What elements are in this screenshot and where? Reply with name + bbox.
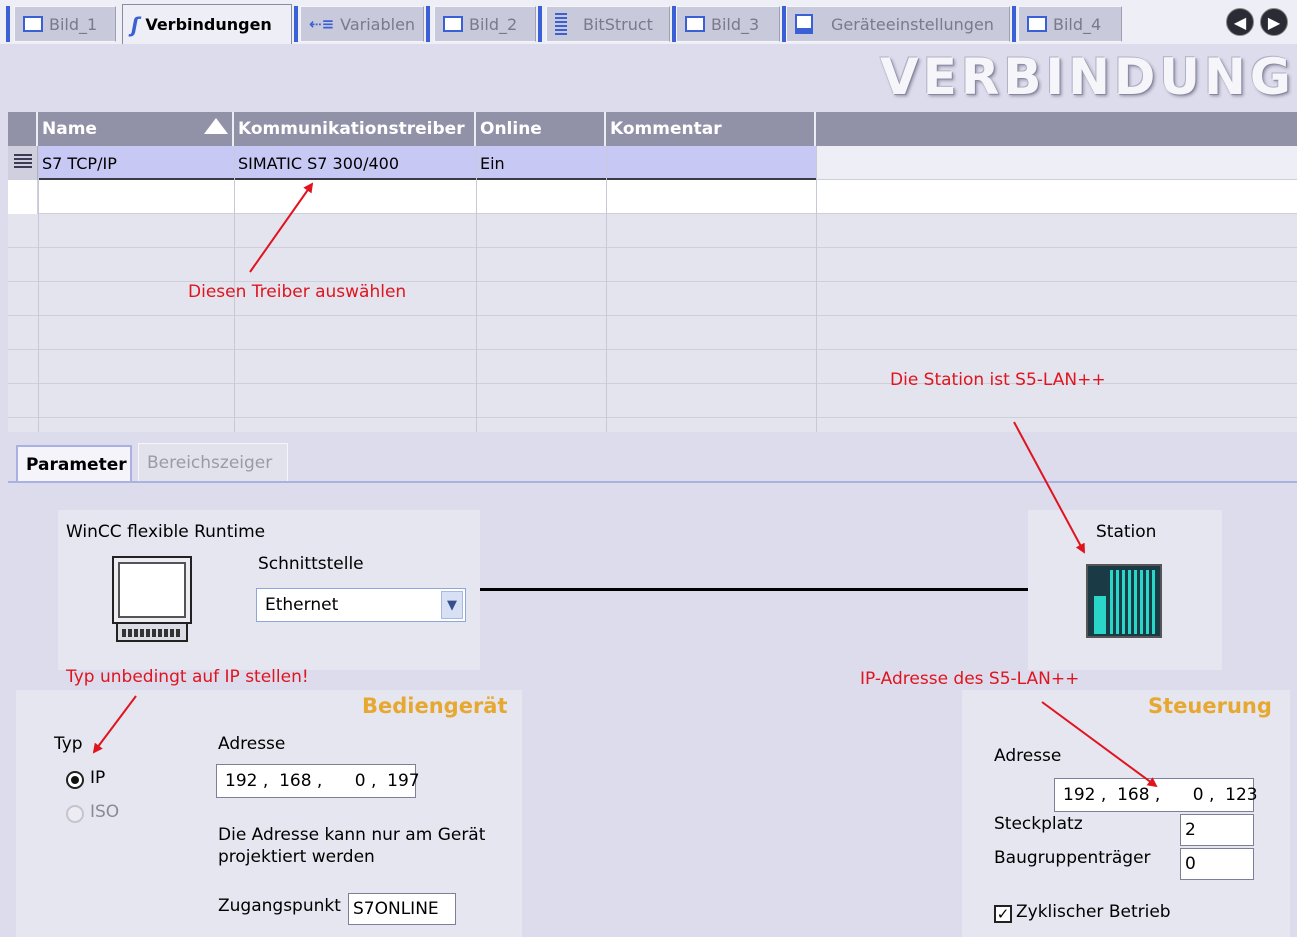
arrow-to-station: [1013, 421, 1085, 554]
arrow-to-ip: [1041, 701, 1158, 788]
arrow-to-driver: [249, 182, 314, 273]
annotation-arrows: [92, 182, 1158, 788]
arrow-to-type: [92, 695, 137, 754]
